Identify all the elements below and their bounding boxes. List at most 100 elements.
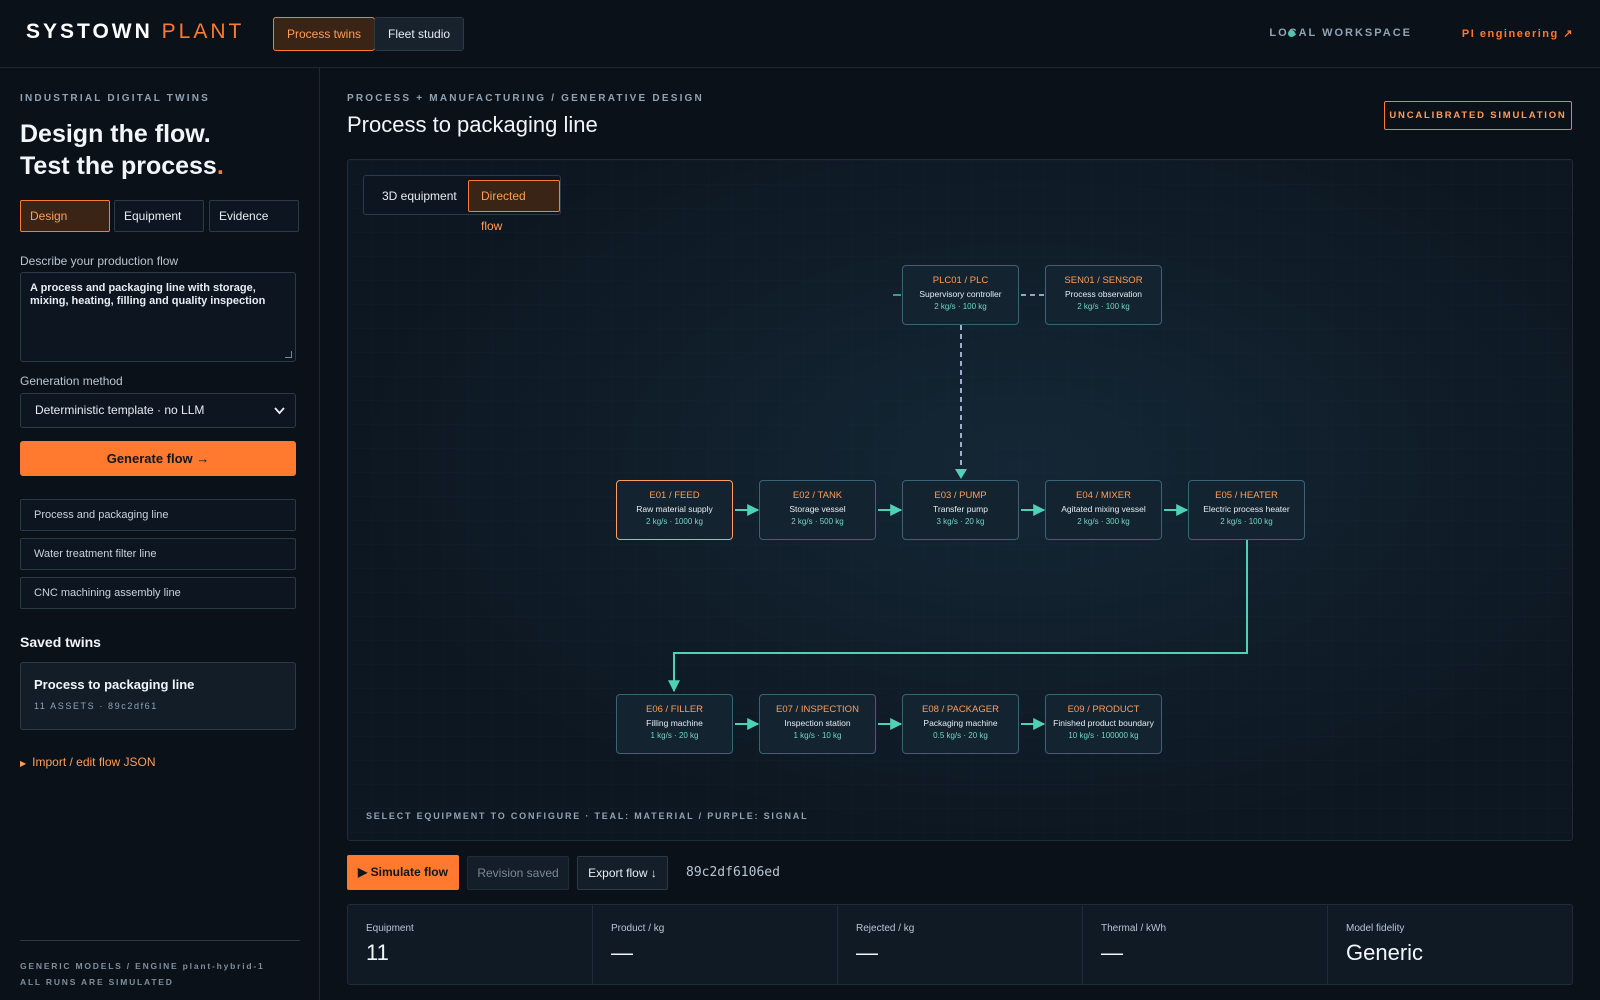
import-label: Import / edit flow JSON [32, 755, 156, 769]
node-spec: 1 kg/s · 10 kg [793, 731, 842, 740]
saved-twins-heading: Saved twins [20, 634, 101, 650]
node-e08[interactable]: E08 / PACKAGER Packaging machine 0.5 kg/… [902, 694, 1019, 754]
node-spec: 2 kg/s · 500 kg [791, 517, 844, 526]
metric-label: Equipment [366, 923, 414, 934]
top-bar: SYSTOWN PLANT Process twins Fleet studio… [0, 0, 1600, 68]
hero-line-2-text: Test the process [20, 152, 217, 180]
brand-name: SYSTOWN [26, 20, 153, 43]
node-id: E04 / MIXER [1076, 490, 1131, 501]
node-e02[interactable]: E02 / TANK Storage vessel 2 kg/s · 500 k… [759, 480, 876, 540]
node-plc01[interactable]: PLC01 / PLC Supervisory controller 2 kg/… [902, 265, 1019, 325]
node-e04[interactable]: E04 / MIXER Agitated mixing vessel 2 kg/… [1045, 480, 1162, 540]
prompt-label: Describe your production flow [20, 254, 179, 268]
method-label: Generation method [20, 374, 123, 388]
segment-evidence[interactable]: Evidence [209, 200, 299, 232]
hero-accent-dot: . [216, 152, 224, 180]
node-e07[interactable]: E07 / INSPECTION Inspection station 1 kg… [759, 694, 876, 754]
template-cnc-machining[interactable]: CNC machining assembly line [20, 577, 296, 609]
revision-saved-button: Revision saved [467, 856, 569, 890]
hero-heading: Design the flow. Test the process. [20, 118, 224, 182]
saved-twin-card[interactable]: Process to packaging line 11 ASSETS · 89… [20, 662, 296, 730]
node-id: PLC01 / PLC [932, 275, 989, 286]
node-name: Finished product boundary [1053, 718, 1154, 728]
node-name: Agitated mixing vessel [1061, 504, 1146, 514]
method-value: Deterministic template · no LLM [35, 403, 205, 417]
node-id: E05 / HEATER [1215, 490, 1278, 501]
resize-handle-icon[interactable] [285, 351, 292, 358]
status-badge: UNCALIBRATED SIMULATION [1384, 101, 1572, 130]
signal-arrowhead [955, 469, 967, 479]
template-water-treatment[interactable]: Water treatment filter line [20, 538, 296, 570]
node-id: E06 / FILLER [645, 704, 704, 715]
metric-thermal: Thermal / kWh — [1083, 905, 1328, 984]
segment-design[interactable]: Design [20, 200, 110, 232]
metric-label: Product / kg [611, 923, 665, 934]
node-e09[interactable]: E09 / PRODUCT Finished product boundary … [1045, 694, 1162, 754]
metric-value: — [1101, 940, 1123, 965]
node-e06[interactable]: E06 / FILLER Filling machine 1 kg/s · 20… [616, 694, 733, 754]
node-spec: 2 kg/s · 300 kg [1077, 517, 1130, 526]
flow-canvas[interactable]: 3D equipment Directed flow PLC01 / PLC S… [347, 159, 1573, 841]
node-name: Transfer pump [933, 504, 988, 514]
simulate-flow-button[interactable]: ▶ Simulate flow [347, 855, 459, 890]
generation-method-select[interactable]: Deterministic template · no LLM [20, 393, 296, 428]
simulate-label: Simulate flow [370, 865, 448, 879]
main-eyebrow: PROCESS + MANUFACTURING / GENERATIVE DES… [347, 93, 704, 104]
node-id: E07 / INSPECTION [776, 704, 859, 715]
node-sen01[interactable]: SEN01 / SENSOR Process observation 2 kg/… [1045, 265, 1162, 325]
node-name: Supervisory controller [919, 289, 1002, 299]
brand-suffix: PLANT [161, 20, 245, 43]
node-e01[interactable]: E01 / FEED Raw material supply 2 kg/s · … [616, 480, 733, 540]
node-name: Raw material supply [636, 504, 713, 514]
node-id: E08 / PACKAGER [922, 704, 999, 715]
disclosure-triangle-icon: ▶ [20, 759, 27, 768]
node-spec: 2 kg/s · 1000 kg [646, 517, 703, 526]
node-e03[interactable]: E03 / PUMP Transfer pump 3 kg/s · 20 kg [902, 480, 1019, 540]
template-process-packaging[interactable]: Process and packaging line [20, 499, 296, 531]
node-id: E01 / FEED [649, 490, 700, 501]
metric-value: Generic [1346, 940, 1424, 965]
edge-e05-e06 [668, 540, 1248, 693]
sidebar: INDUSTRIAL DIGITAL TWINS Design the flow… [0, 68, 320, 1000]
metric-label: Thermal / kWh [1101, 923, 1167, 934]
hero-line-1: Design the flow. [20, 120, 211, 148]
metric-label: Rejected / kg [856, 923, 915, 934]
node-e05[interactable]: E05 / HEATER Electric process heater 2 k… [1188, 480, 1305, 540]
metric-equipment: Equipment 11 [348, 905, 593, 984]
export-flow-button[interactable]: Export flow ↓ [577, 856, 668, 890]
hero-line-2: Test the process. [20, 150, 224, 182]
revision-hash: 89c2df6106ed [686, 865, 780, 880]
node-spec: 10 kg/s · 100000 kg [1068, 731, 1139, 740]
production-flow-textarea[interactable]: A process and packaging line with storag… [20, 272, 296, 362]
node-id: E09 / PRODUCT [1067, 704, 1140, 715]
metrics-panel: Equipment 11 Product / kg — Rejected / k… [347, 904, 1573, 985]
metric-label: Model fidelity [1346, 923, 1405, 934]
node-name: Filling machine [646, 718, 703, 728]
metric-value: 11 [366, 940, 389, 965]
node-spec: 2 kg/s · 100 kg [1220, 517, 1273, 526]
tab-fleet-studio[interactable]: Fleet studio [374, 17, 465, 51]
metric-model-fidelity: Model fidelity Generic [1328, 905, 1572, 984]
node-spec: 0.5 kg/s · 20 kg [933, 731, 988, 740]
node-id: SEN01 / SENSOR [1064, 275, 1143, 286]
metric-rejected: Rejected / kg — [838, 905, 1083, 984]
chevron-down-icon [274, 394, 285, 441]
pi-engineering-link[interactable]: PI engineering ↗ [1462, 27, 1574, 40]
segment-equipment[interactable]: Equipment [114, 200, 204, 232]
generate-flow-button[interactable]: Generate flow → [20, 441, 296, 476]
saved-twin-meta: 11 ASSETS · 89c2df61 [34, 701, 158, 711]
metric-product: Product / kg — [593, 905, 838, 984]
workspace-label: LOCAL WORKSPACE [1269, 27, 1412, 39]
import-flow-json-toggle[interactable]: ▶ Import / edit flow JSON [20, 755, 156, 769]
saved-twin-title: Process to packaging line [34, 677, 195, 692]
node-name: Storage vessel [789, 504, 846, 514]
tab-process-twins[interactable]: Process twins [273, 17, 376, 51]
node-name: Electric process heater [1203, 504, 1290, 514]
node-spec: 2 kg/s · 100 kg [934, 302, 987, 311]
metric-value: — [856, 940, 878, 965]
brand-logo[interactable]: SYSTOWN PLANT [26, 20, 244, 44]
node-name: Inspection station [784, 718, 851, 728]
node-spec: 3 kg/s · 20 kg [936, 517, 985, 526]
page-title: Process to packaging line [347, 112, 598, 137]
sidebar-eyebrow: INDUSTRIAL DIGITAL TWINS [20, 93, 211, 104]
